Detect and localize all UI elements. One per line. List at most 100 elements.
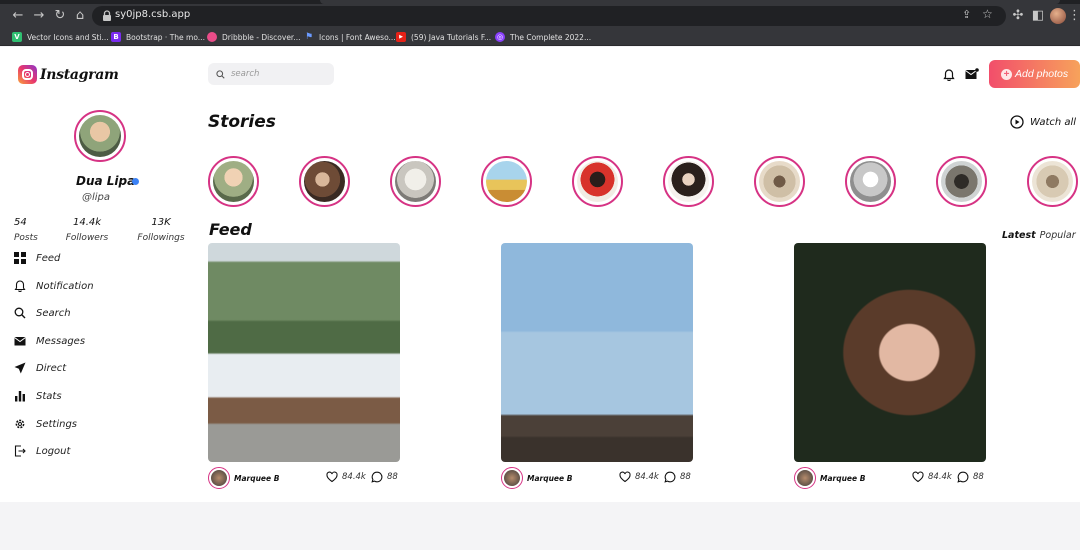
bell-icon xyxy=(14,280,26,292)
course-icon: ◎ xyxy=(495,32,505,42)
search-icon xyxy=(216,69,225,79)
instagram-icon xyxy=(18,65,37,84)
post-meta: Marquee B 84.4k 88 xyxy=(208,465,400,489)
gear-icon xyxy=(15,419,25,429)
nav-feed[interactable]: Feed xyxy=(14,251,60,265)
post-meta: Marquee B 84.4k 88 xyxy=(501,465,693,489)
nav-stats[interactable]: Stats xyxy=(14,389,62,403)
author-avatar[interactable] xyxy=(794,467,816,489)
like-button[interactable]: 84.4k xyxy=(326,471,366,483)
bookmark-item[interactable]: V Vector Icons and Sti... xyxy=(12,30,109,44)
story-item[interactable] xyxy=(481,156,532,207)
story-item[interactable] xyxy=(754,156,805,207)
like-button[interactable]: 84.4k xyxy=(619,471,659,483)
story-item[interactable] xyxy=(936,156,987,207)
profile-name: Dua Lipa xyxy=(76,174,136,188)
nav-settings[interactable]: Settings xyxy=(14,417,77,431)
like-button[interactable]: 84.4k xyxy=(912,471,952,483)
story-item[interactable] xyxy=(663,156,714,207)
side-panel-icon[interactable]: ◧ xyxy=(1030,8,1046,24)
dribbble-icon xyxy=(207,32,217,42)
main-content: + Add photos Stories Watch all Feed Late… xyxy=(196,47,1080,502)
feed-title: Feed xyxy=(209,220,252,239)
url-text: sy0jp8.csb.app xyxy=(115,9,191,20)
star-icon[interactable]: ☆ xyxy=(982,7,996,23)
post-meta: Marquee B 84.4k 88 xyxy=(794,465,986,489)
bookmark-item[interactable]: ▶ (59) Java Tutorials F... xyxy=(396,30,491,44)
youtube-icon: ▶ xyxy=(396,32,406,42)
nav-notification[interactable]: Notification xyxy=(14,279,94,293)
comment-icon xyxy=(371,471,383,483)
story-item[interactable] xyxy=(845,156,896,207)
author-avatar[interactable] xyxy=(501,467,523,489)
bar-chart-icon xyxy=(15,391,25,402)
add-photos-button[interactable]: + Add photos xyxy=(989,60,1080,88)
author-name[interactable]: Marquee B xyxy=(234,474,279,483)
forward-icon[interactable]: → xyxy=(31,8,47,24)
feed-post: Marquee B 84.4k 88 xyxy=(208,243,400,489)
verified-icon xyxy=(132,178,139,185)
reload-icon[interactable]: ↻ xyxy=(52,8,68,24)
bookmark-item[interactable]: ◎ The Complete 2022... xyxy=(495,30,591,44)
browser-toolbar: ← → ↻ ⌂ sy0jp8.csb.app ⇪ ☆ ✣ ◧ ⋮ xyxy=(0,4,1080,28)
sort-popular-tab[interactable]: Popular xyxy=(1040,230,1076,241)
story-item[interactable] xyxy=(208,156,259,207)
author-avatar[interactable] xyxy=(208,467,230,489)
logout-icon xyxy=(14,445,26,457)
browser-profile-avatar[interactable] xyxy=(1050,8,1066,24)
story-item[interactable] xyxy=(572,156,623,207)
comment-button[interactable]: 88 xyxy=(957,471,984,483)
v-icon: V xyxy=(12,32,22,42)
lock-icon xyxy=(103,10,111,21)
app: Instagram Dua Lipa @lipa 54 Posts 14.4k … xyxy=(0,47,1080,550)
bookmark-item[interactable]: Dribbble - Discover... xyxy=(207,30,300,44)
grid-icon xyxy=(14,252,26,264)
search-icon xyxy=(14,307,26,319)
extensions-icon[interactable]: ✣ xyxy=(1010,8,1026,24)
back-icon[interactable]: ← xyxy=(10,8,26,24)
post-image[interactable] xyxy=(794,243,986,462)
app-logo[interactable]: Instagram xyxy=(18,65,119,84)
bookmark-item[interactable]: ⚑ Icons | Font Aweso... xyxy=(304,30,396,44)
nav-messages[interactable]: Messages xyxy=(14,334,85,348)
feed-post: Marquee B 84.4k 88 xyxy=(501,243,693,489)
author-name[interactable]: Marquee B xyxy=(527,474,572,483)
share-icon[interactable]: ⇪ xyxy=(962,8,976,24)
comment-button[interactable]: 88 xyxy=(664,471,691,483)
plus-icon: + xyxy=(1001,68,1012,80)
comment-icon xyxy=(664,471,676,483)
bootstrap-icon: B xyxy=(111,32,121,42)
search-input[interactable] xyxy=(231,69,326,79)
post-image[interactable] xyxy=(501,243,693,462)
story-item[interactable] xyxy=(299,156,350,207)
profile-handle: @lipa xyxy=(82,192,111,203)
bookmarks-bar: V Vector Icons and Sti... B Bootstrap · Th… xyxy=(0,28,1080,46)
sort-latest-tab[interactable]: Latest xyxy=(1002,230,1036,241)
watch-all-link[interactable]: Watch all xyxy=(1010,115,1076,129)
story-item[interactable] xyxy=(390,156,441,207)
stories-title: Stories xyxy=(208,112,276,132)
nav-search[interactable]: Search xyxy=(14,306,71,320)
feed-post: Marquee B 84.4k 88 xyxy=(794,243,986,489)
send-icon xyxy=(14,362,26,374)
comment-button[interactable]: 88 xyxy=(371,471,398,483)
bookmark-item[interactable]: B Bootstrap · The mo... xyxy=(111,30,205,44)
mail-icon xyxy=(14,337,26,346)
stat-followers: 14.4k Followers xyxy=(65,217,109,243)
heart-icon xyxy=(619,471,631,483)
author-name[interactable]: Marquee B xyxy=(820,474,865,483)
address-bar[interactable]: sy0jp8.csb.app ⇪ ☆ xyxy=(92,6,1006,26)
home-icon[interactable]: ⌂ xyxy=(72,8,88,24)
comment-icon xyxy=(957,471,969,483)
more-icon[interactable]: ⋮ xyxy=(1068,8,1080,24)
post-image[interactable] xyxy=(208,243,400,462)
profile-avatar[interactable] xyxy=(74,110,126,162)
search-box[interactable] xyxy=(208,63,334,85)
nav-logout[interactable]: Logout xyxy=(14,444,70,458)
play-circle-icon xyxy=(1010,115,1024,129)
story-item[interactable] xyxy=(1027,156,1078,207)
mail-icon[interactable] xyxy=(965,68,979,80)
nav-direct[interactable]: Direct xyxy=(14,361,66,375)
bell-icon[interactable] xyxy=(943,69,955,81)
sidebar: Instagram Dua Lipa @lipa 54 Posts 14.4k … xyxy=(0,47,196,502)
